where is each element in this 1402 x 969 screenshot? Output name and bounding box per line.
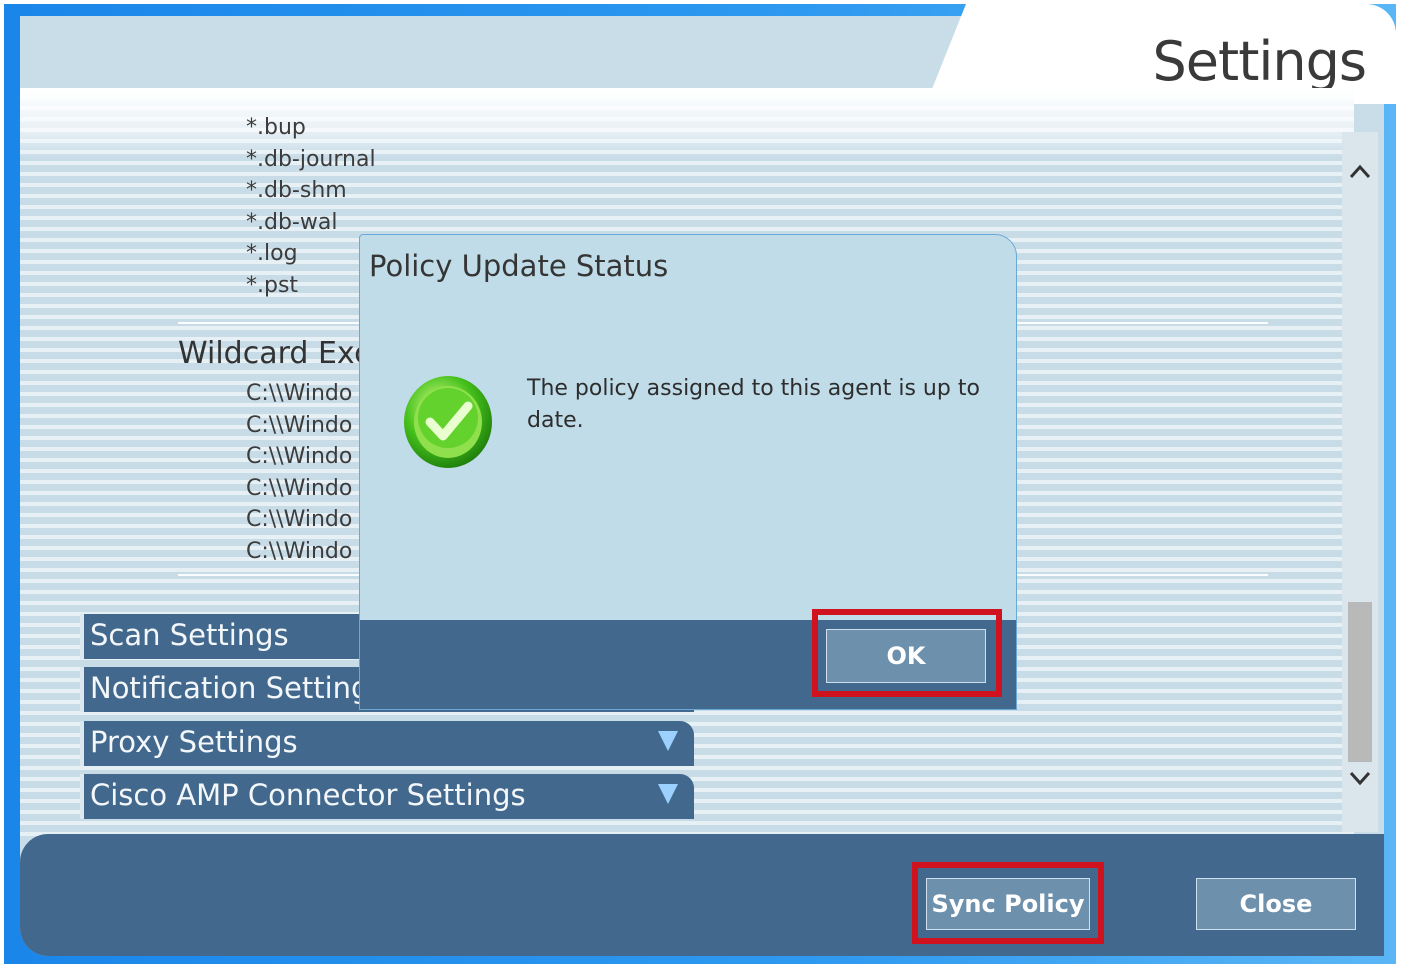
dialog-title: Policy Update Status — [369, 249, 669, 283]
settings-footer: Sync Policy Close — [20, 834, 1384, 956]
list-item: *.pst — [246, 272, 299, 298]
dialog-message: The policy assigned to this agent is up … — [527, 376, 980, 433]
extension-exclusion-list: *.bup *.db-journal *.db-shm *.db-wal *.l… — [246, 115, 376, 302]
success-check-icon — [396, 370, 496, 470]
list-item: C:\\Windo — [246, 507, 353, 533]
list-item: *.bup — [246, 115, 306, 140]
accordion-label: Notification Settings — [90, 671, 385, 705]
list-item: C:\\Windo — [246, 538, 353, 564]
expand-arrow-icon — [658, 784, 678, 804]
list-item: *.log — [246, 241, 298, 267]
proxy-settings-accordion[interactable]: Proxy Settings — [80, 721, 694, 766]
list-item: C:\\Windo — [246, 444, 353, 470]
list-item: *.db-shm — [246, 178, 347, 204]
list-item: C:\\Windo — [246, 381, 353, 406]
list-item: *.db-journal — [246, 146, 376, 172]
accordion-label: Cisco AMP Connector Settings — [90, 778, 526, 812]
ok-highlight — [812, 609, 1002, 697]
accordion-label: Proxy Settings — [90, 725, 298, 759]
expand-arrow-icon — [658, 731, 678, 751]
list-item: C:\\Windo — [246, 412, 353, 438]
sync-policy-highlight — [912, 862, 1104, 944]
scroll-up-icon[interactable] — [1346, 158, 1374, 186]
wildcard-exclusions-title: Wildcard Excl — [178, 336, 379, 371]
cisco-amp-settings-accordion[interactable]: Cisco AMP Connector Settings — [80, 774, 694, 819]
window-title: Settings — [1152, 30, 1367, 93]
wildcard-path-list: C:\\Windo C:\\Windo C:\\Windo C:\\Windo … — [246, 378, 352, 568]
accordion-label: Scan Settings — [90, 618, 289, 652]
list-item: C:\\Windo — [246, 475, 353, 501]
list-item: *.db-wal — [246, 209, 338, 235]
close-button[interactable]: Close — [1196, 878, 1356, 930]
scroll-down-icon[interactable] — [1346, 764, 1374, 792]
vertical-scrollbar[interactable] — [1342, 132, 1378, 832]
scroll-thumb[interactable] — [1348, 602, 1372, 762]
